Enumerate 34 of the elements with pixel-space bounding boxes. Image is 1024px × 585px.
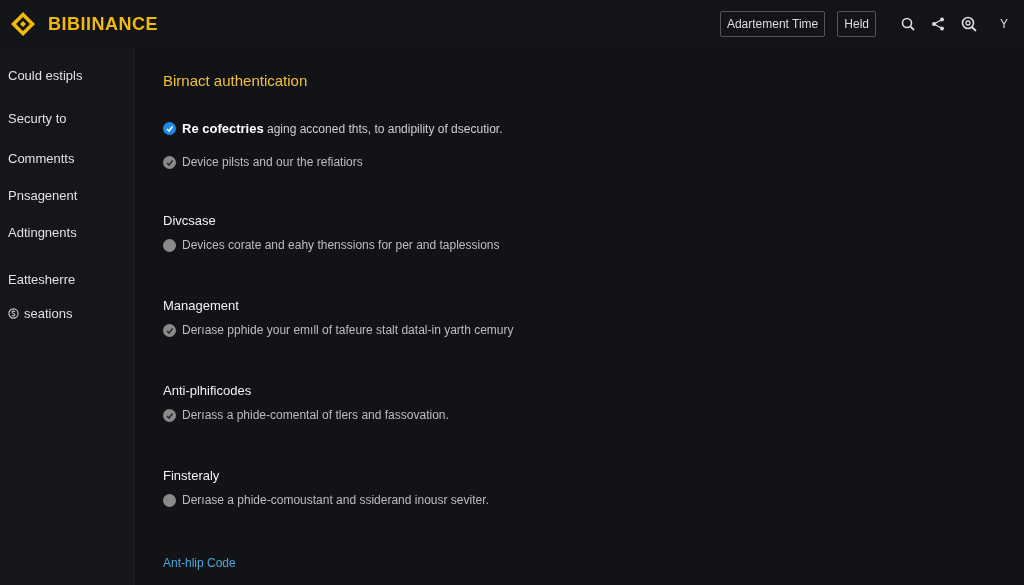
check-icon[interactable] <box>163 155 176 169</box>
radio-dot[interactable] <box>163 493 176 507</box>
section-heading: Divcsase <box>163 213 217 228</box>
option-text: Device pilsts and our the refiatiors <box>182 155 363 169</box>
sidebar-item[interactable]: Eattesherre <box>0 271 133 287</box>
option-text: Re cofectries aging acconed thts, to andipility of dsecutior. <box>182 121 503 136</box>
option-text: Derıase pphide your emıll of tafeure stalt datal-in yarth cemury <box>182 323 514 337</box>
sidebar-item[interactable]: Pnsagenent <box>0 187 133 203</box>
coin-icon <box>8 307 19 319</box>
option-text: Devices corate and eahy thenssions for per and taplessions <box>182 238 500 252</box>
section-heading: Anti-plhificodes <box>163 383 253 398</box>
check-icon[interactable] <box>163 323 176 337</box>
header-button[interactable]: Held <box>837 11 876 37</box>
sidebar-item[interactable]: Commentts <box>0 150 133 166</box>
check-icon[interactable] <box>163 408 176 422</box>
sidebar-item[interactable]: Securty to <box>0 110 133 126</box>
sidebar-item[interactable]: Could estipls <box>0 67 133 83</box>
sidebar-item[interactable]: seations <box>0 305 133 321</box>
page-title: Birnact authentication <box>163 72 309 89</box>
search-icon[interactable] <box>900 16 916 32</box>
header-button[interactable]: Adartement Time <box>719 11 826 37</box>
zoom-icon[interactable] <box>960 15 978 33</box>
option-text: Derıase a phide-comoustant and ssiderand inousr seviter. <box>182 493 489 507</box>
section-heading: Finsteraly <box>163 468 221 483</box>
anti-phishing-code-link[interactable]: Ant-hlip Code <box>163 556 236 570</box>
option-text: Derıass a phide-comental of tlers and fassovation. <box>182 408 449 422</box>
check-icon[interactable] <box>163 122 176 135</box>
profile-label[interactable]: Y <box>1000 17 1008 31</box>
share-icon[interactable] <box>930 16 946 32</box>
sidebar-item[interactable]: Adtingnents <box>0 224 133 240</box>
diamond-logo-icon <box>10 11 36 37</box>
radio-dot[interactable] <box>163 238 176 252</box>
brand-name: BIBIINANCE <box>48 13 158 35</box>
section-heading: Management <box>163 298 240 313</box>
